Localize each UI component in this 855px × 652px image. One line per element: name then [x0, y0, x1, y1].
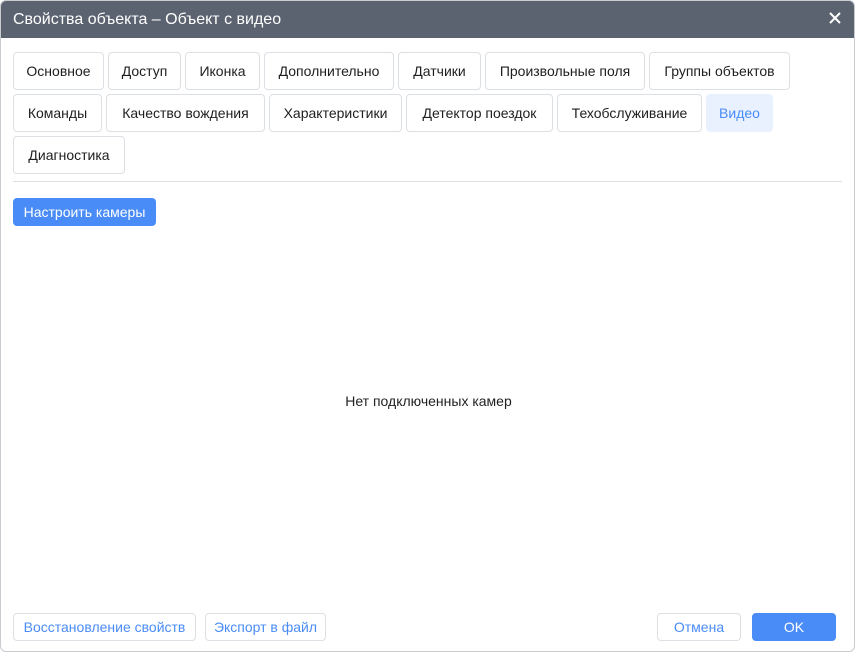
tab-basic[interactable]: Основное	[13, 52, 104, 90]
tab-icon[interactable]: Иконка	[185, 52, 260, 90]
tab-maintenance[interactable]: Техобслуживание	[557, 94, 702, 132]
tab-custom-fields[interactable]: Произвольные поля	[485, 52, 645, 90]
tab-bar: Основное Доступ Иконка Дополнительно Дат…	[13, 52, 843, 174]
tab-commands[interactable]: Команды	[13, 94, 102, 132]
tab-driving-quality[interactable]: Качество вождения	[106, 94, 265, 132]
export-to-file-button[interactable]: Экспорт в файл	[205, 613, 326, 641]
tab-object-groups[interactable]: Группы объектов	[649, 52, 790, 90]
tab-video[interactable]: Видео	[706, 94, 773, 132]
configure-cameras-button[interactable]: Настроить камеры	[13, 198, 156, 226]
empty-message: Нет подключенных камер	[345, 393, 512, 409]
tab-sensors[interactable]: Датчики	[398, 52, 481, 90]
tab-trip-detector[interactable]: Детектор поездок	[406, 94, 553, 132]
tab-characteristics[interactable]: Характеристики	[269, 94, 402, 132]
restore-properties-button[interactable]: Восстановление свойств	[13, 613, 196, 641]
tab-diagnostics[interactable]: Диагностика	[13, 136, 125, 174]
cancel-button[interactable]: Отмена	[657, 613, 741, 641]
tab-advanced[interactable]: Дополнительно	[264, 52, 394, 90]
tab-access[interactable]: Доступ	[108, 52, 181, 90]
object-properties-dialog: Свойства объекта – Объект с видео Основн…	[0, 0, 855, 652]
ok-button[interactable]: OK	[752, 613, 836, 641]
dialog-header: Свойства объекта – Объект с видео	[1, 1, 854, 38]
dialog-title: Свойства объекта – Объект с видео	[13, 10, 282, 28]
close-icon[interactable]	[826, 9, 844, 27]
divider	[13, 181, 842, 182]
